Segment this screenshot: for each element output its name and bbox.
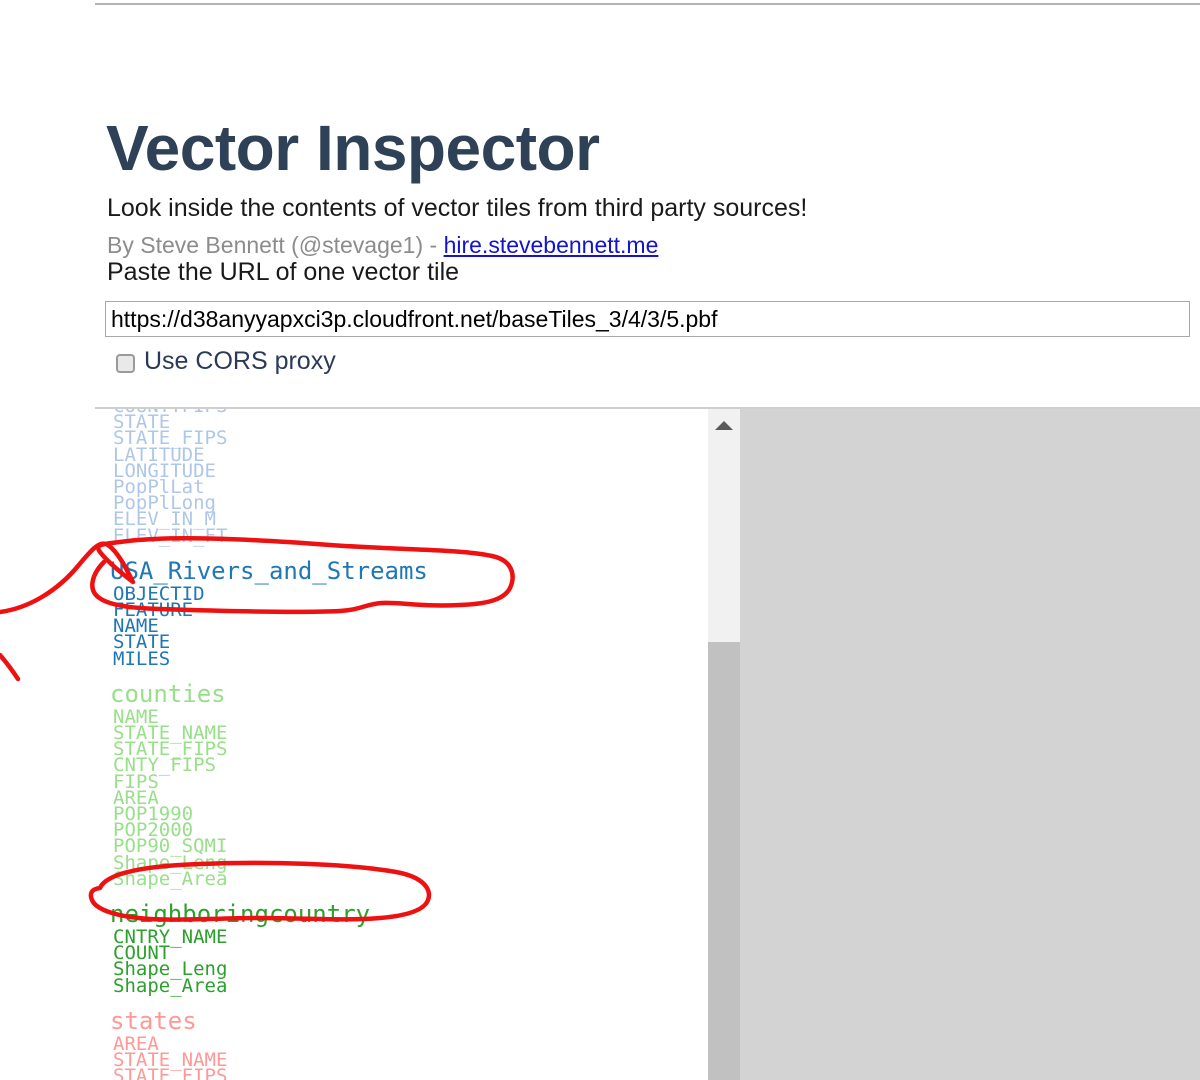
- page-title: Vector Inspector: [106, 111, 600, 184]
- triangle-up-icon: [715, 420, 733, 430]
- layer-block: statesAREASTATE_NAMESTATE_FIPSSUB_REGION: [95, 1008, 708, 1080]
- tagline: Look inside the contents of vector tiles…: [107, 194, 808, 222]
- layer-list: COUNTYFIPSSTATESTATE_FIPSLATITUDELONGITU…: [95, 409, 708, 1080]
- layer-field: Shape_Area: [113, 867, 228, 890]
- layer-field: CNTY_FIPS: [113, 754, 216, 777]
- cors-proxy-label: Use CORS proxy: [144, 347, 336, 375]
- scroll-up-arrow-icon[interactable]: [708, 409, 740, 441]
- layer-block: neighboringcountry CNTRY_NAME COUNT Shape_L…: [95, 901, 708, 997]
- cors-proxy-row[interactable]: Use CORS proxy: [116, 347, 336, 378]
- layer-field: ELEV_IN_FT: [113, 524, 228, 547]
- layer-inspector-panel: COUNTYFIPSSTATESTATE_FIPSLATITUDELONGITU…: [95, 407, 1200, 1080]
- layer-field: CNTRY_NAME: [113, 926, 228, 949]
- url-field-label: Paste the URL of one vector tile: [107, 258, 460, 286]
- scrollbar-thumb[interactable]: [708, 642, 740, 1080]
- byline: By Steve Bennett (@stevage1) - hire.stev…: [107, 232, 658, 259]
- tile-url-input[interactable]: [105, 301, 1190, 337]
- layer-field: FIPS: [113, 770, 159, 793]
- layer-block: COUNTYFIPSSTATESTATE_FIPSLATITUDELONGITU…: [95, 409, 708, 547]
- layer-field: STATE: [113, 631, 171, 654]
- cors-proxy-checkbox[interactable]: [116, 354, 135, 373]
- tile-preview-pane: [740, 409, 1200, 1080]
- page-container: Vector Inspector Look inside the content…: [0, 0, 1200, 1080]
- layer-block: USA_Rivers_and_Streams OBJECTID FEATURE NAM…: [95, 558, 708, 670]
- layer-field: FEATURE: [113, 599, 194, 622]
- layer-name[interactable]: counties: [95, 681, 708, 707]
- annotation-tick-left: [0, 652, 21, 682]
- vertical-scrollbar[interactable]: [708, 409, 740, 1080]
- byline-text: By Steve Bennett (@stevage1) -: [107, 232, 444, 258]
- layer-name[interactable]: neighboringcountry: [95, 901, 708, 927]
- layer-field: STATE_FIPS: [113, 1065, 228, 1080]
- author-site-link[interactable]: hire.stevebennett.me: [444, 232, 659, 258]
- layer-field: MILES: [113, 647, 171, 670]
- layer-list-viewport[interactable]: COUNTYFIPSSTATESTATE_FIPSLATITUDELONGITU…: [95, 409, 708, 1080]
- layer-name[interactable]: USA_Rivers_and_Streams: [95, 558, 708, 584]
- layer-name[interactable]: states: [95, 1008, 708, 1034]
- layer-field: Shape_Area: [113, 974, 228, 997]
- layer-block: counties NAME STATE_NAME STATE_FIPS CNTY_FIP…: [95, 681, 708, 890]
